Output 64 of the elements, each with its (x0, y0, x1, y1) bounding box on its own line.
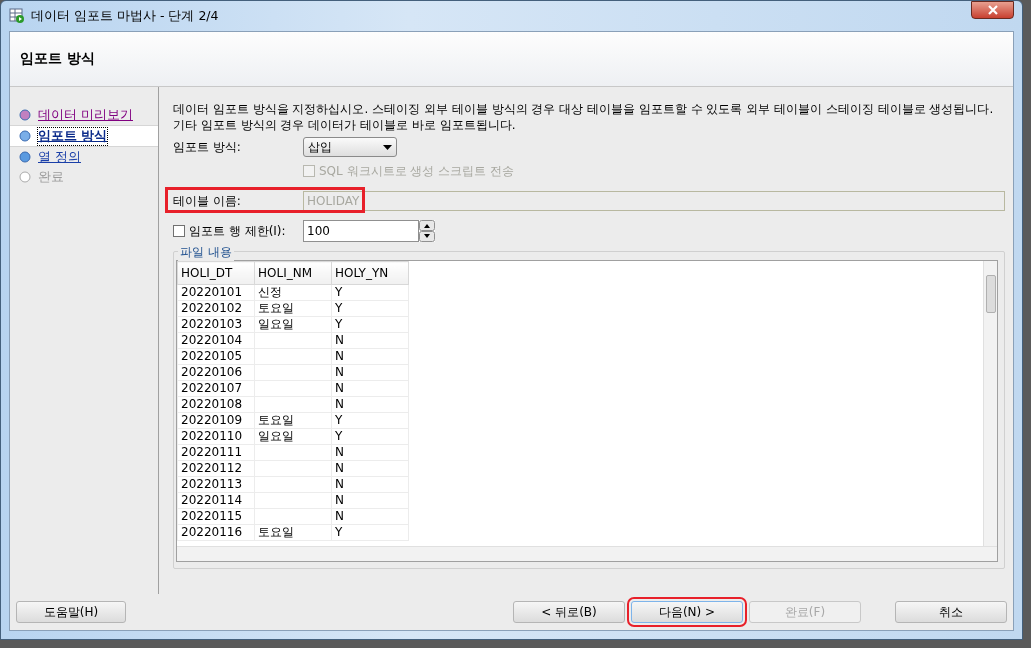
table-cell: 20220115 (181, 509, 243, 523)
table-cell: 20220103 (181, 317, 243, 331)
close-button[interactable] (971, 1, 1014, 19)
cancel-button[interactable]: 취소 (895, 601, 1007, 623)
table-cell: Y (335, 429, 343, 443)
table-cell: 20220112 (181, 461, 243, 475)
table-cell: 20220105 (181, 349, 243, 363)
table-cell: Y (335, 301, 343, 315)
field-label: 임포트 방식: (173, 138, 242, 156)
table-cell: N (335, 493, 344, 507)
table-cell: N (335, 509, 344, 523)
wizard-step-link[interactable]: 열 정의 (38, 148, 81, 166)
table-cell: 20220102 (181, 301, 243, 315)
table-cell: 20220116 (181, 525, 243, 539)
column-header[interactable]: HOLY_YN (331, 261, 409, 285)
wizard-step-link[interactable]: 데이터 미리보기 (38, 106, 133, 124)
field-label: 테이블 이름: (173, 192, 242, 210)
column-header[interactable]: HOLI_NM (254, 261, 332, 285)
checkbox-label: SQL 워크시트로 생성 스크립트 전송 (319, 162, 514, 180)
table-cell: 토요일 (258, 413, 294, 427)
table-cell: 토요일 (258, 301, 294, 315)
row-limit-field[interactable]: 100 (303, 220, 419, 242)
table-cell: 20220101 (181, 285, 243, 299)
vertical-scrollbar[interactable] (983, 261, 997, 546)
table-cell: N (335, 365, 344, 379)
table-cell: 토요일 (258, 525, 294, 539)
table-cell: 20220104 (181, 333, 243, 347)
table-cell: N (335, 381, 344, 395)
table-cell: 20220107 (181, 381, 243, 395)
column-header[interactable]: HOLI_DT (177, 261, 255, 285)
table-cell: N (335, 477, 344, 491)
table-cell: N (335, 333, 344, 347)
checkbox-label: 임포트 행 제한(I): (189, 222, 286, 240)
table-cell: Y (335, 525, 343, 539)
table-cell: 20220111 (181, 445, 243, 459)
description-text: 데이터 임포트 방식을 지정하십시오. 스테이징 외부 테이블 방식의 경우 대상 테이블을 임포트할 수 있도록 외부 테이블이 스테이징 테이블로 생성됩니다. 기타 임포트 방식의 경우 데이터가 테이블로 바로 임포트됩니다. (173, 101, 995, 133)
table-cell: 20220106 (181, 365, 243, 379)
window-title: 데이터 임포트 마법사 - 단계 2/4 (31, 7, 219, 25)
table-cell: Y (335, 413, 343, 427)
table-cell: 일요일 (258, 429, 294, 443)
dropdown-arrow-icon (383, 144, 392, 150)
wizard-nav-button[interactable]: < 뒤로(B) (513, 601, 625, 623)
table-cell: 일요일 (258, 317, 294, 331)
group-title: 파일 내용 (178, 244, 234, 261)
horizontal-scrollbar[interactable] (177, 546, 997, 561)
table-cell: 20220113 (181, 477, 243, 491)
table-cell: 20220110 (181, 429, 243, 443)
table-import-icon (9, 8, 25, 24)
page-heading: 임포트 방식 (20, 50, 95, 68)
table-cell: 20220109 (181, 413, 243, 427)
help-button[interactable]: 도움말(H) (16, 601, 126, 623)
table-cell: N (335, 349, 344, 363)
table-cell: N (335, 461, 344, 475)
table-cell: 20220108 (181, 397, 243, 411)
table-cell: N (335, 397, 344, 411)
spin-arrows-icon[interactable] (419, 220, 435, 242)
checkbox[interactable] (173, 225, 185, 237)
close-icon (987, 5, 998, 15)
table-cell: 20220114 (181, 493, 243, 507)
table-cell: N (335, 445, 344, 459)
table-cell: Y (335, 285, 343, 299)
method-dropdown[interactable]: 삽입 (303, 137, 397, 157)
table-cell: 신정 (258, 285, 282, 299)
table-cell: Y (335, 317, 343, 331)
